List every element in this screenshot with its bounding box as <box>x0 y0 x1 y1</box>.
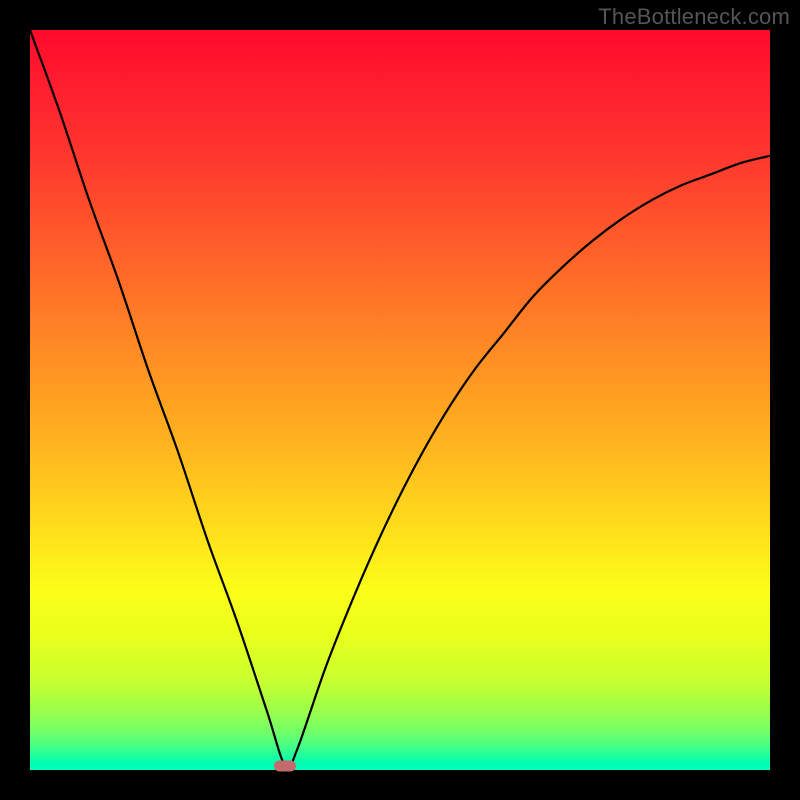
optimum-marker <box>274 761 296 772</box>
attribution-text: TheBottleneck.com <box>598 4 790 30</box>
bottleneck-curve <box>30 30 770 770</box>
plot-area <box>30 30 770 770</box>
chart-frame: TheBottleneck.com <box>0 0 800 800</box>
